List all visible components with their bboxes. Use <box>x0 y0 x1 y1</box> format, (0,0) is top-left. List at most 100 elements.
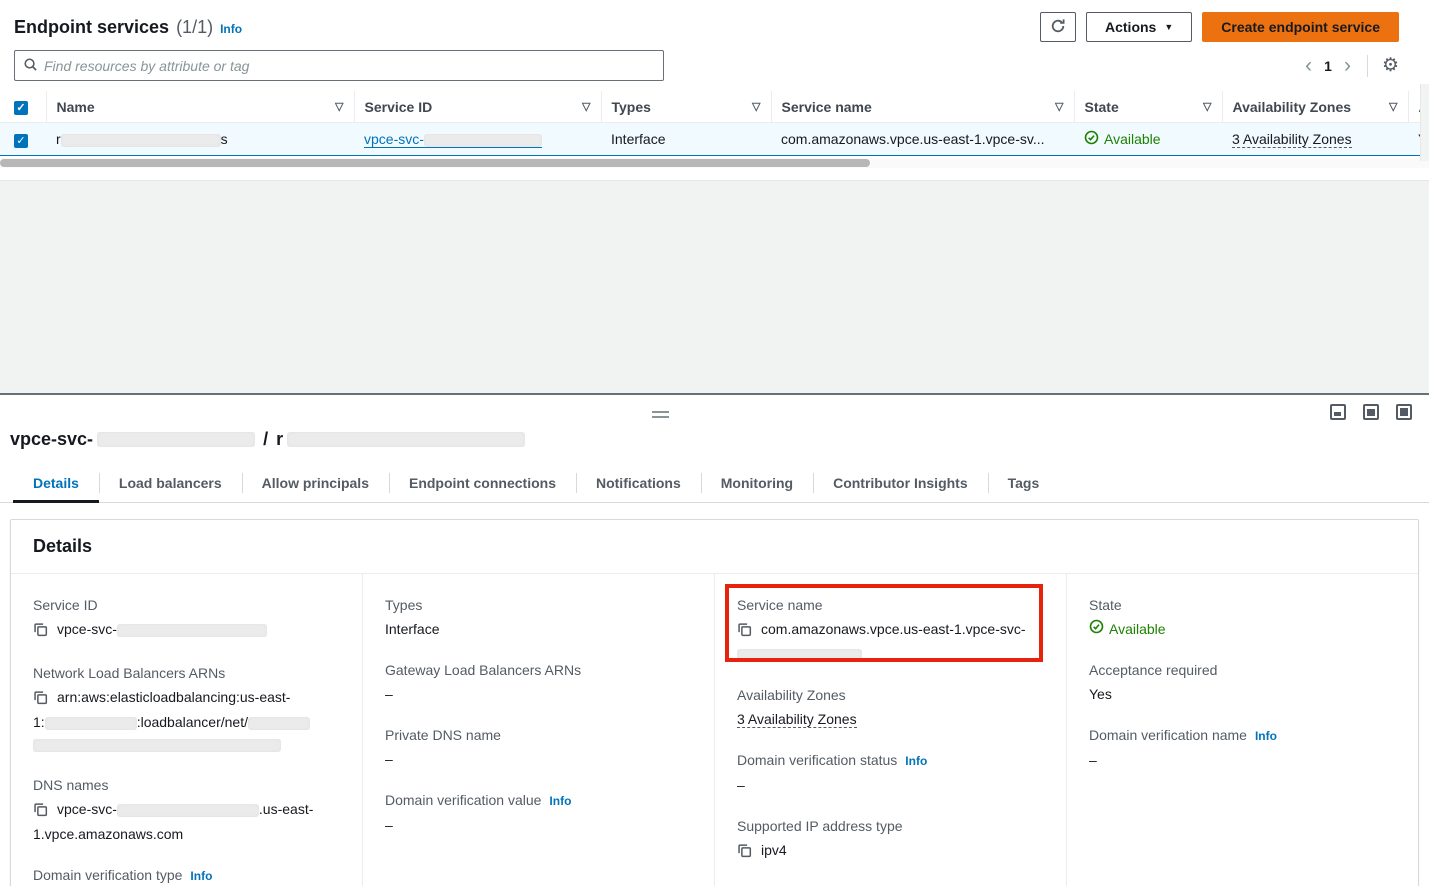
refresh-icon <box>1050 18 1066 37</box>
horizontal-scrollbar[interactable] <box>0 158 1429 168</box>
info-link[interactable]: Info <box>549 794 571 808</box>
refresh-button[interactable] <box>1040 12 1076 42</box>
split-panel-drag-handle[interactable] <box>652 411 669 421</box>
column-header-name[interactable]: Name <box>57 99 95 115</box>
field-availability-zones: Availability Zones 3 Availability Zones <box>737 684 1044 730</box>
redacted-text <box>33 739 281 752</box>
column-header-service-name[interactable]: Service name <box>782 99 872 115</box>
field-domain-verification-value: Domain verification valueInfo – <box>385 789 692 836</box>
sort-icon[interactable]: ▽ <box>1389 100 1397 113</box>
info-link[interactable]: Info <box>1255 729 1277 743</box>
tab-contributor-insights[interactable]: Contributor Insights <box>813 466 988 502</box>
next-page-icon[interactable]: › <box>1342 56 1353 76</box>
info-link[interactable]: Info <box>220 22 242 36</box>
copy-icon[interactable] <box>33 801 48 823</box>
redacted-text <box>117 624 267 637</box>
field-service-name: Service name com.amazonaws.vpce.us-east-… <box>737 594 1044 665</box>
tab-endpoint-connections[interactable]: Endpoint connections <box>389 466 576 502</box>
cell-types: Interface <box>601 123 771 156</box>
sort-icon[interactable]: ▽ <box>582 100 590 113</box>
availability-zones-popover[interactable]: 3 Availability Zones <box>1232 131 1352 148</box>
vertical-scrollbar[interactable] <box>1420 84 1429 161</box>
panel-size-full-icon[interactable] <box>1396 404 1412 420</box>
create-endpoint-service-button[interactable]: Create endpoint service <box>1202 12 1399 42</box>
redacted-text <box>287 432 525 447</box>
column-header-service-id[interactable]: Service ID <box>365 99 433 115</box>
field-state: State Available <box>1089 594 1396 640</box>
info-link[interactable]: Info <box>905 754 927 768</box>
field-supported-ip-address-type: Supported IP address type ipv4 <box>737 815 1044 864</box>
redacted-text <box>248 717 310 730</box>
split-panel: vpce-svc- / r Details Load balancers All… <box>0 393 1429 886</box>
details-column-3: Service name com.amazonaws.vpce.us-east-… <box>714 574 1066 886</box>
field-nlb-arns: Network Load Balancers ARNs arn:aws:elas… <box>33 662 340 755</box>
panel-size-medium-icon[interactable] <box>1363 404 1379 420</box>
copy-icon[interactable] <box>33 621 48 643</box>
copy-icon[interactable] <box>737 842 752 864</box>
redacted-text <box>117 804 259 817</box>
resource-count: (1/1) <box>176 17 213 38</box>
details-column-4: State Available Acceptance required Yes <box>1066 574 1418 886</box>
status-badge: Available <box>1089 618 1166 640</box>
background-gap <box>0 180 1429 393</box>
details-column-2: Types Interface Gateway Load Balancers A… <box>362 574 714 886</box>
field-dns-names: DNS names vpce-svc-.us-east- 1.vpce.amaz… <box>33 774 340 845</box>
search-input[interactable] <box>44 58 655 74</box>
copy-icon[interactable] <box>737 621 752 643</box>
current-page[interactable]: 1 <box>1324 58 1332 74</box>
actions-button[interactable]: Actions ▼ <box>1086 12 1192 42</box>
redacted-text <box>737 649 862 662</box>
tab-notifications[interactable]: Notifications <box>576 466 701 502</box>
sort-icon[interactable]: ▽ <box>1203 100 1211 113</box>
redacted-text <box>45 717 137 730</box>
status-available-icon <box>1084 130 1099 148</box>
sort-icon[interactable]: ▽ <box>335 100 343 113</box>
field-private-dns-name: Private DNS name – <box>385 724 692 770</box>
search-box[interactable] <box>14 50 664 81</box>
preferences-gear-icon[interactable]: ⚙ <box>1382 56 1399 75</box>
row-checkbox[interactable]: ✓ <box>14 134 28 148</box>
sort-icon[interactable]: ▽ <box>1055 100 1063 113</box>
endpoint-services-section: Endpoint services (1/1) Info Actions ▼ C… <box>0 0 1429 180</box>
divider <box>1367 55 1368 77</box>
spacer <box>0 168 1429 180</box>
details-card-heading: Details <box>11 520 1418 574</box>
tab-monitoring[interactable]: Monitoring <box>701 466 813 502</box>
table-row[interactable]: ✓ rs vpce-svc- Interface com.amazonaws.v… <box>0 123 1429 156</box>
field-domain-verification-type: Domain verification typeInfo – <box>33 864 340 886</box>
field-acceptance-required: Acceptance required Yes <box>1089 659 1396 705</box>
status-available-icon <box>1089 618 1104 640</box>
column-header-types[interactable]: Types <box>612 99 651 115</box>
sort-icon[interactable]: ▽ <box>752 100 760 113</box>
aws-console-screen: Endpoint services (1/1) Info Actions ▼ C… <box>0 0 1429 886</box>
previous-page-icon[interactable]: ‹ <box>1303 56 1314 76</box>
page-header: Endpoint services (1/1) Info Actions ▼ C… <box>0 0 1429 48</box>
field-types: Types Interface <box>385 594 692 640</box>
select-all-checkbox[interactable]: ✓ <box>14 101 28 115</box>
info-link[interactable]: Info <box>190 869 212 883</box>
table-header-row: ✓ Name ▽ Service ID ▽ Types ▽ Service name ▽… <box>0 91 1429 123</box>
tab-tags[interactable]: Tags <box>988 466 1060 502</box>
details-column-1: Service ID vpce-svc- Network Load Balanc… <box>11 574 362 886</box>
tab-load-balancers[interactable]: Load balancers <box>99 466 242 502</box>
search-icon <box>23 57 38 75</box>
caret-down-icon: ▼ <box>1164 22 1173 32</box>
redacted-text <box>61 134 221 147</box>
status-badge: Available <box>1084 130 1161 148</box>
details-card: Details Service ID vpce-svc- Network Loa… <box>10 519 1419 886</box>
split-panel-title: vpce-svc- / r <box>0 395 1429 460</box>
field-glb-arns: Gateway Load Balancers ARNs – <box>385 659 692 705</box>
field-service-id: Service ID vpce-svc- <box>33 594 340 643</box>
tab-details[interactable]: Details <box>13 466 99 502</box>
panel-size-small-icon[interactable] <box>1330 404 1346 420</box>
scrollbar-thumb[interactable] <box>0 159 870 167</box>
redacted-text <box>97 432 255 447</box>
column-header-availability-zones[interactable]: Availability Zones <box>1233 99 1352 115</box>
copy-icon[interactable] <box>33 689 48 711</box>
column-header-state[interactable]: State <box>1085 99 1119 115</box>
tab-allow-principals[interactable]: Allow principals <box>242 466 389 502</box>
availability-zones-popover[interactable]: 3 Availability Zones <box>737 711 857 728</box>
field-domain-verification-status: Domain verification statusInfo – <box>737 749 1044 796</box>
field-domain-verification-name: Domain verification nameInfo – <box>1089 724 1396 771</box>
service-id-link[interactable]: vpce-svc- <box>364 131 542 148</box>
